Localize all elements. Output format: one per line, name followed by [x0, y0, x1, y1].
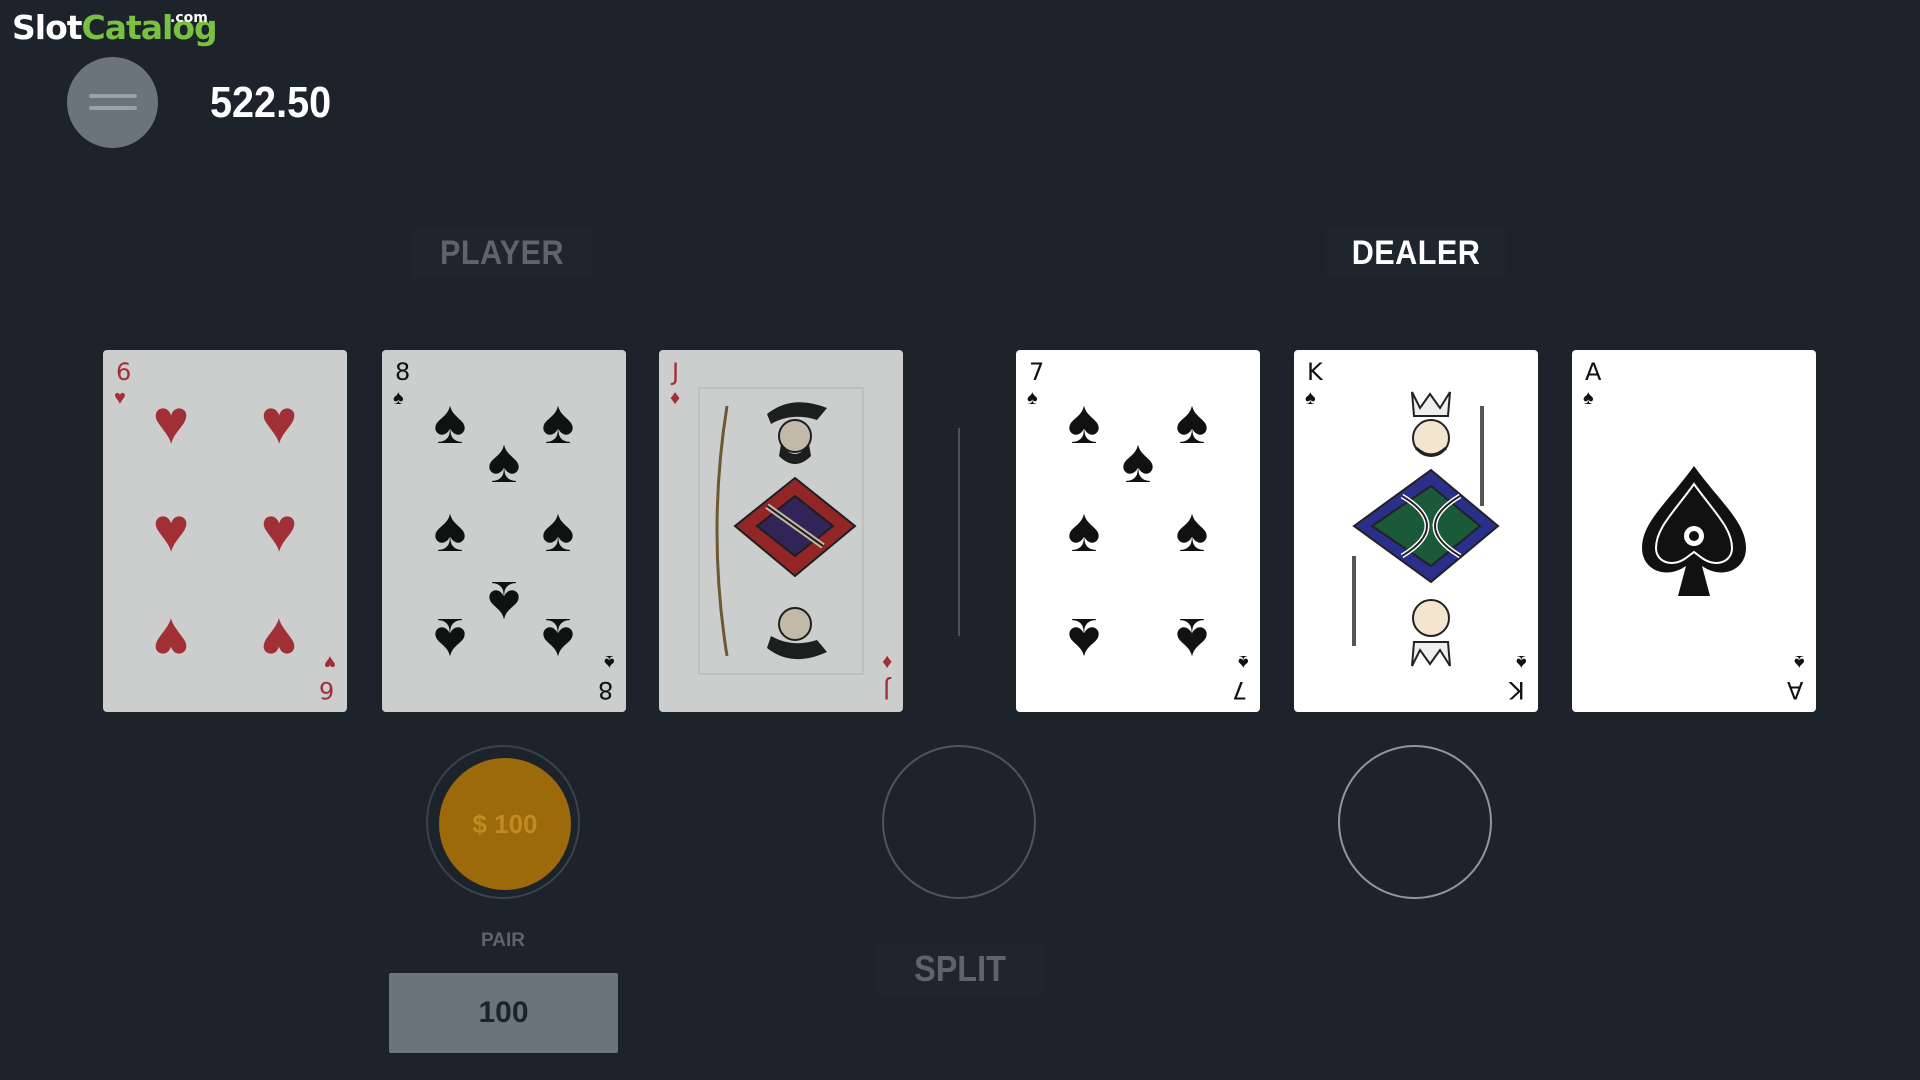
spades-suit-icon: ♠: [604, 651, 615, 673]
spades-suit-icon: ♠: [1238, 651, 1249, 673]
hamburger-menu-icon: [88, 93, 137, 110]
hearts-pip-icon: ♥: [152, 496, 190, 565]
spades-pip-icon: ♠: [1067, 496, 1101, 565]
spades-pip-icon: ♠: [1121, 427, 1155, 496]
dealer-card-king-spades: K ♠ ♠ K: [1294, 350, 1538, 712]
card-rank: J: [672, 358, 680, 386]
spades-suit-icon: ♠: [393, 387, 404, 409]
bet-chip[interactable]: $ 100: [439, 758, 571, 890]
spades-pip-icon: ♠: [541, 605, 575, 674]
spades-pip-icon: ♠: [1067, 605, 1101, 674]
spades-suit-icon: ♠: [1027, 387, 1038, 409]
spades-suit-icon: ♠: [1516, 651, 1527, 673]
hearts-pip-icon: ♥: [152, 388, 190, 457]
dealer-bet-spot[interactable]: [1338, 745, 1492, 899]
hearts-pip-icon: ♥: [260, 605, 298, 674]
player-card-6-hearts: 6 ♥ ♥ ♥ ♥ ♥ ♥ ♥ ♥ 6: [103, 350, 347, 712]
card-rank: J: [882, 676, 890, 704]
spades-pip-icon: ♠: [433, 496, 467, 565]
card-rank: A: [1585, 358, 1602, 386]
card-rank: A: [1786, 676, 1803, 704]
hearts-suit-icon: ♥: [324, 651, 336, 673]
card-rank: 8: [597, 676, 613, 704]
dealer-card-7-spades: 7 ♠ ♠ ♠ ♠ ♠ ♠ ♠ ♠ ♠ 7: [1016, 350, 1260, 712]
card-rank: K: [1509, 676, 1525, 704]
hearts-suit-icon: ♥: [114, 387, 126, 409]
hearts-pip-icon: ♥: [260, 496, 298, 565]
spades-pip-icon: ♠: [1175, 605, 1209, 674]
spades-suit-icon: ♠: [1305, 387, 1316, 409]
split-label: SPLIT: [877, 943, 1043, 995]
diamonds-suit-icon: ♦: [670, 387, 681, 409]
card-rank: 8: [395, 358, 411, 386]
card-rank: 7: [1029, 358, 1045, 386]
diamonds-suit-icon: ♦: [881, 651, 892, 673]
spades-pip-icon: ♠: [541, 388, 575, 457]
dealer-card-ace-spades: A ♠ ♠ A: [1572, 350, 1816, 712]
player-card-8-spades: 8 ♠ ♠ ♠ ♠ ♠ ♠ ♠ ♠ ♠ ♠ 8: [382, 350, 626, 712]
spades-pip-icon: ♠: [1175, 388, 1209, 457]
spades-pip-icon: ♠: [541, 496, 575, 565]
spades-suit-icon: ♠: [1794, 651, 1805, 673]
player-card-jack-diamonds: J ♦ ♦ J: [659, 350, 903, 712]
jack-face-art-icon: [698, 387, 864, 675]
card-rank: 6: [116, 358, 132, 386]
logo-dotcom-text: .com: [170, 10, 208, 26]
spades-pip-icon: ♠: [487, 568, 521, 637]
pair-bet-spot[interactable]: $ 100: [426, 745, 580, 899]
king-face-art-icon: [1352, 391, 1500, 667]
ace-spade-emblem-icon: [1642, 466, 1746, 596]
player-hand-label: PLAYER: [412, 228, 592, 278]
spades-suit-icon: ♠: [1583, 387, 1594, 409]
split-bet-spot[interactable]: [882, 745, 1036, 899]
spades-pip-icon: ♠: [1175, 496, 1209, 565]
hearts-pip-icon: ♥: [260, 388, 298, 457]
pair-label: PAIR: [481, 930, 525, 951]
card-rank: 7: [1231, 676, 1247, 704]
pair-bet-amount-field[interactable]: 100: [389, 973, 618, 1053]
card-rank: K: [1307, 358, 1323, 386]
dealer-hand-label: DEALER: [1326, 228, 1506, 278]
hand-divider: [958, 428, 960, 636]
spades-pip-icon: ♠: [1067, 388, 1101, 457]
spades-pip-icon: ♠: [487, 427, 521, 496]
slotcatalog-logo: SlotCatalog .com: [12, 8, 218, 47]
logo-slot-text: Slot: [12, 8, 83, 47]
hearts-pip-icon: ♥: [152, 605, 190, 674]
balance-display: 522.50: [210, 78, 332, 127]
card-rank: 6: [318, 676, 334, 704]
spades-pip-icon: ♠: [433, 388, 467, 457]
spades-pip-icon: ♠: [433, 605, 467, 674]
menu-button[interactable]: [67, 57, 158, 148]
